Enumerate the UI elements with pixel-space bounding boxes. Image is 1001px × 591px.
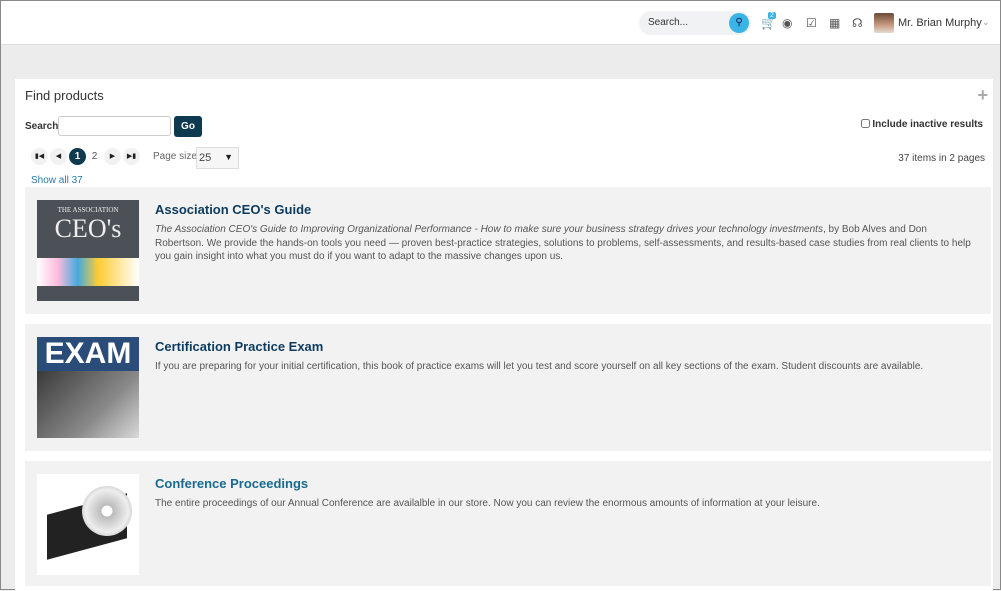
last-page-button[interactable]: ▶▮ [123, 148, 140, 165]
panel-title: Find products [25, 88, 104, 103]
product-description: The Association CEO's Guide to Improving… [155, 223, 975, 264]
user-name[interactable]: Mr. Brian Murphy [898, 17, 982, 29]
product-item: Conference Proceedings The entire procee… [25, 461, 991, 586]
calendar-icon[interactable]: ▦ [829, 16, 840, 30]
product-search-input[interactable] [58, 116, 171, 136]
page-2-button[interactable]: 2 [86, 148, 103, 165]
include-inactive-label: Include inactive results [872, 119, 983, 130]
product-description: The entire proceedings of our Annual Con… [155, 498, 820, 509]
search-placeholder: Search... [648, 17, 689, 28]
description-italic: The Association CEO's Guide to Improving… [155, 224, 823, 235]
cover-title: EXAM [44, 337, 132, 370]
items-summary: 37 items in 2 pages [898, 153, 985, 164]
plus-icon[interactable]: + [977, 85, 988, 106]
product-title-link[interactable]: Conference Proceedings [155, 476, 308, 491]
show-all-link[interactable]: Show all 37 [31, 175, 83, 186]
headset-icon[interactable]: ☊ [852, 16, 863, 30]
product-cover-image[interactable]: EXAM [37, 337, 139, 438]
first-page-button[interactable]: ▮◀ [31, 148, 48, 165]
chevron-down-icon[interactable]: ⌄ [982, 17, 990, 28]
page-1-button[interactable]: 1 [69, 148, 86, 165]
cover-title: CEO's [54, 214, 122, 243]
page-size-label: Page size: [153, 151, 200, 162]
search-label: Search [25, 121, 59, 132]
product-item: THE ASSOCIATION CEO's Association CEO's … [25, 187, 991, 314]
global-search-input[interactable]: Search... ⚲ [639, 11, 751, 35]
page-size-value: 25 [199, 152, 212, 164]
search-icon[interactable]: ⚲ [729, 13, 749, 33]
dropdown-arrow-icon: ▼ [224, 152, 233, 162]
next-page-button[interactable]: ▶ [104, 148, 121, 165]
product-title-link[interactable]: Certification Practice Exam [155, 339, 323, 354]
product-title-link[interactable]: Association CEO's Guide [155, 202, 311, 217]
top-bar: Search... ⚲ 🛒 2 ◉ ☑ ▦ ☊ Mr. Brian Murphy ⌄ [1, 1, 1000, 45]
cart-count-badge: 2 [768, 12, 776, 19]
cover-text: THE ASSOCIATION [57, 206, 119, 214]
avatar[interactable] [874, 13, 894, 33]
page-size-select[interactable]: 25 ▼ [196, 147, 239, 169]
product-description: If you are preparing for your initial ce… [155, 361, 924, 372]
cart-icon[interactable]: 🛒 2 [761, 12, 776, 30]
go-button[interactable]: Go [174, 116, 202, 137]
product-cover-image[interactable] [37, 474, 139, 575]
product-item: EXAM Certification Practice Exam If you … [25, 324, 991, 451]
include-inactive-checkbox[interactable]: Include inactive results [861, 119, 983, 130]
checklist-icon[interactable]: ☑ [806, 16, 817, 30]
find-products-panel: Find products + Search Go Include inacti… [15, 79, 993, 591]
robot-icon[interactable]: ◉ [782, 16, 792, 30]
checkbox[interactable] [861, 119, 871, 128]
product-cover-image[interactable]: THE ASSOCIATION CEO's [37, 200, 139, 301]
prev-page-button[interactable]: ◀ [50, 148, 67, 165]
